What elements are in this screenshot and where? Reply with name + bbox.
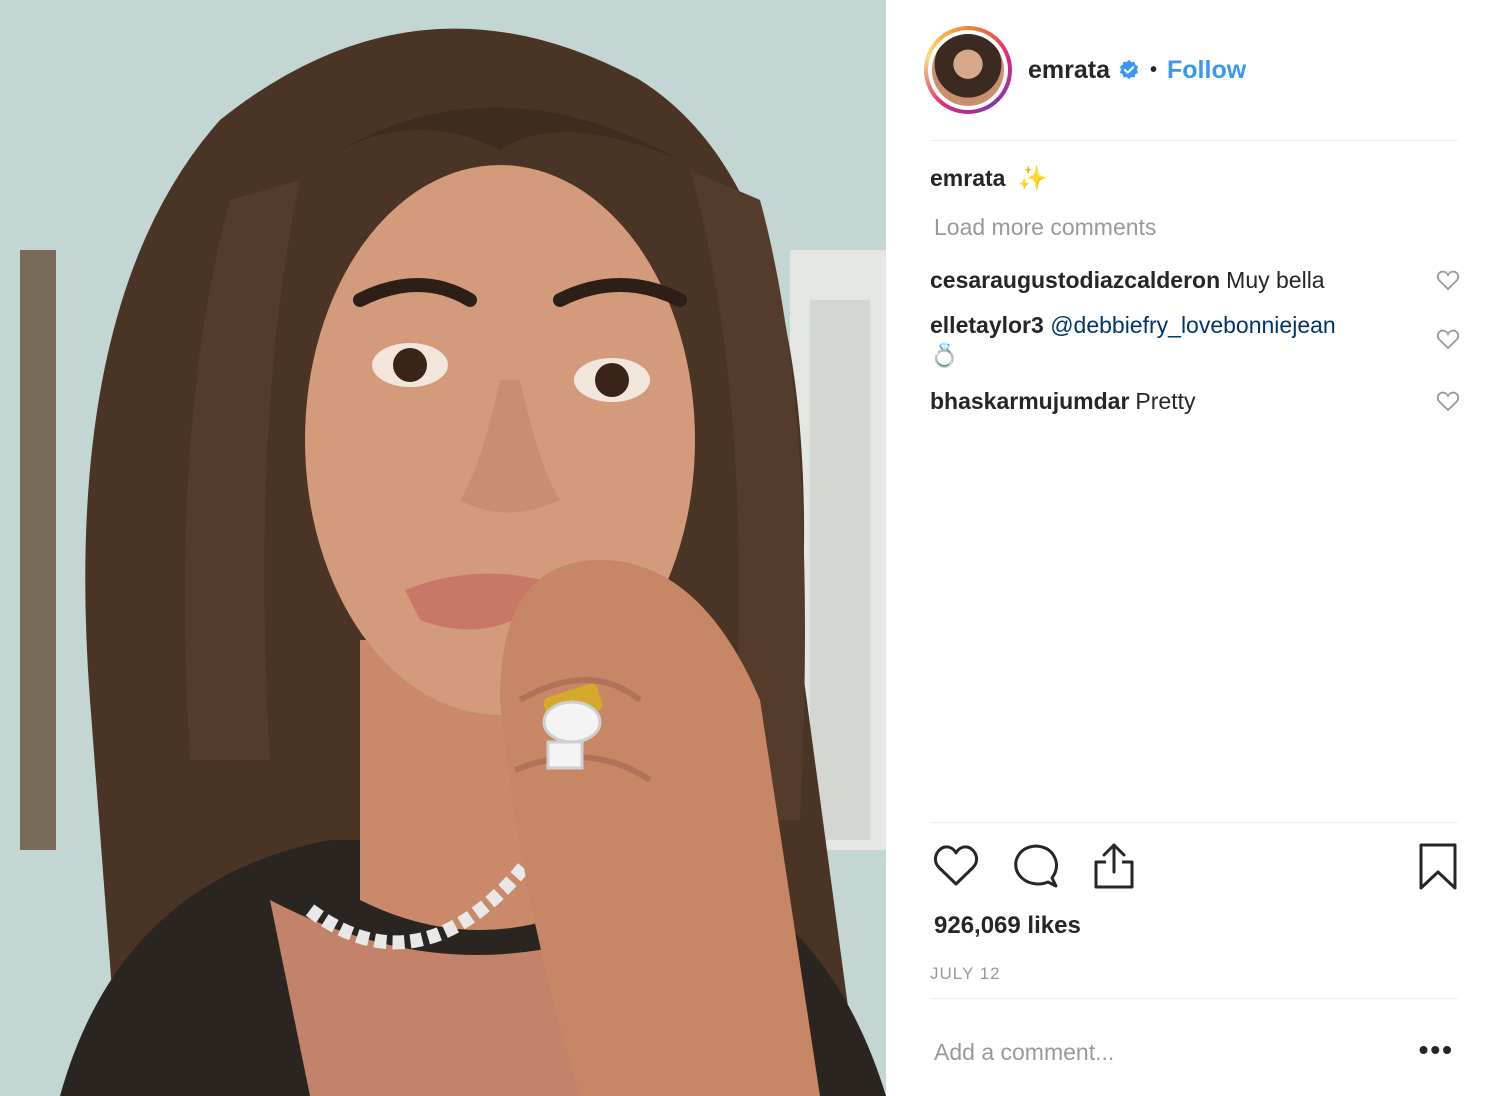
more-options-button[interactable]: •••: [1419, 1036, 1454, 1064]
comment-username[interactable]: elletaylor3: [930, 312, 1044, 338]
avatar: [932, 34, 1004, 106]
share-icon[interactable]: [1092, 842, 1136, 890]
follow-button[interactable]: Follow: [1167, 56, 1246, 85]
load-more-comments-button[interactable]: Load more comments: [934, 214, 1156, 241]
post-actions-bar: [930, 842, 1460, 894]
comment-box-divider: [930, 998, 1458, 999]
comment-like-heart-icon[interactable]: [1436, 328, 1460, 350]
avatar-story-ring[interactable]: [924, 26, 1012, 114]
post-header: emrata • Follow: [924, 26, 1460, 114]
post-side-panel: emrata • Follow emrata ✨ Load more comme…: [886, 0, 1500, 1096]
header-username[interactable]: emrata: [1028, 56, 1110, 85]
comment-item: bhaskarmujumdar Pretty: [930, 386, 1460, 416]
actions-divider: [930, 822, 1458, 823]
post-photo[interactable]: [0, 0, 886, 1096]
comment-item: cesaraugustodiazcalderon Muy bella: [930, 265, 1460, 295]
verified-badge-icon: [1119, 59, 1139, 80]
comment-text: Muy bella: [1226, 267, 1325, 293]
caption-text: ✨: [1017, 165, 1048, 192]
comment-like-heart-icon[interactable]: [1436, 269, 1460, 291]
likes-count[interactable]: 926,069 likes: [934, 912, 1081, 940]
comment-item: elletaylor3 @debbiefry_lovebonniejean 💍: [930, 310, 1460, 370]
comment-bubble-icon[interactable]: [1012, 842, 1060, 890]
comment-text: Pretty: [1135, 388, 1196, 414]
caption-username[interactable]: emrata: [930, 165, 1005, 192]
add-comment-input[interactable]: [934, 1034, 1394, 1070]
avatar-frame: [928, 30, 1008, 110]
header-separator: •: [1150, 58, 1158, 81]
comment-mention-link[interactable]: @debbiefry_lovebonniejean: [1050, 312, 1336, 338]
comment-like-heart-icon[interactable]: [1436, 390, 1460, 412]
header-divider: [930, 140, 1458, 141]
bookmark-icon[interactable]: [1418, 842, 1458, 892]
heart-icon[interactable]: [932, 842, 980, 888]
comment-username[interactable]: bhaskarmujumdar: [930, 388, 1129, 414]
selfie-illustration: [0, 0, 886, 1096]
comment-username[interactable]: cesaraugustodiazcalderon: [930, 267, 1220, 293]
comment-text: 💍: [930, 342, 959, 368]
post-caption: emrata ✨: [930, 164, 1047, 193]
post-date[interactable]: JULY 12: [930, 964, 1001, 984]
